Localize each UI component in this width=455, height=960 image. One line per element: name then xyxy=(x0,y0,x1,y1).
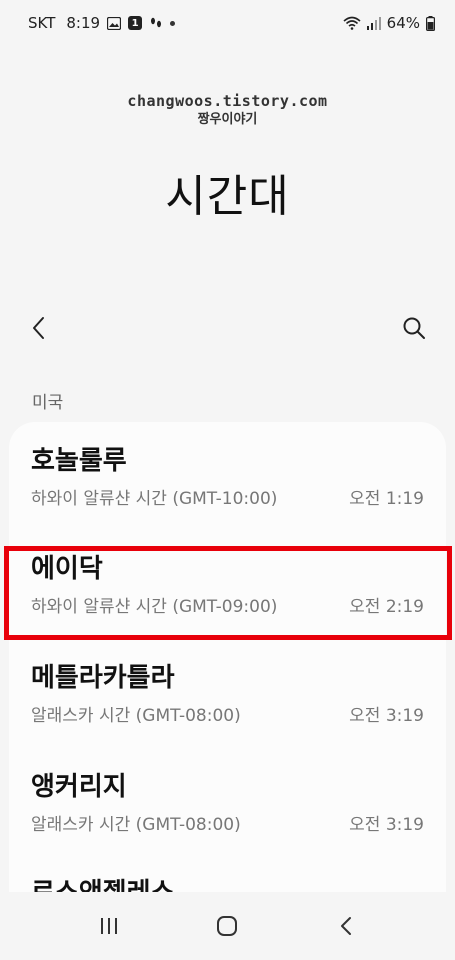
timezone-zone: 하와이 알류샨 시간 (GMT-09:00) xyxy=(31,597,278,617)
timezone-time: 오전 3:19 xyxy=(349,815,424,835)
signal-icon xyxy=(366,16,381,30)
recents-button[interactable] xyxy=(89,906,129,946)
wifi-icon xyxy=(343,16,361,30)
back-button[interactable] xyxy=(24,313,54,343)
notification-badge: 1 xyxy=(128,16,143,30)
battery-icon xyxy=(426,15,435,31)
search-button[interactable] xyxy=(399,313,429,343)
carrier-label: SKT xyxy=(28,14,56,32)
footsteps-icon xyxy=(149,16,163,30)
nav-back-button[interactable] xyxy=(326,906,366,946)
navigation-bar xyxy=(0,892,455,960)
list-item[interactable]: 메틀라카틀라 알래스카 시간 (GMT-08:00) 오전 3:19 xyxy=(9,639,446,747)
timezone-city: 에이닥 xyxy=(31,554,103,584)
clock: 8:19 xyxy=(66,14,101,32)
timezone-zone: 하와이 알류샨 시간 (GMT-10:00) xyxy=(31,489,278,509)
gallery-icon xyxy=(107,16,122,30)
back-arrow-icon xyxy=(33,317,44,339)
timezone-city: 호놀룰루 xyxy=(31,446,127,476)
status-right: 64% xyxy=(343,14,435,32)
nav-back-icon xyxy=(340,917,351,935)
status-bar: SKT 8:19 1 64% xyxy=(0,0,455,46)
home-button[interactable] xyxy=(207,906,247,946)
timezone-list: 호놀룰루 하와이 알류샨 시간 (GMT-10:00) 오전 1:19 에이닥 … xyxy=(9,422,446,892)
page-title: 시간대 xyxy=(165,171,290,222)
timezone-zone: 알래스카 시간 (GMT-08:00) xyxy=(31,815,241,835)
timezone-time: 오전 1:19 xyxy=(349,489,424,509)
watermark-name: 짱우이야기 xyxy=(197,112,258,127)
home-icon xyxy=(217,916,238,936)
timezone-detail-row: 하와이 알류샨 시간 (GMT-09:00) 오전 2:19 xyxy=(31,592,424,617)
timezone-city: 로스앤젤레스 xyxy=(31,876,424,892)
timezone-city: 메틀라카틀라 xyxy=(31,663,175,693)
timezone-detail-row: 알래스카 시간 (GMT-08:00) 오전 3:19 xyxy=(31,701,424,726)
recents-icon xyxy=(101,918,118,934)
timezone-detail-row: 하와이 알류샨 시간 (GMT-10:00) 오전 1:19 xyxy=(31,484,424,509)
list-item[interactable]: 에이닥 하와이 알류샨 시간 (GMT-09:00) 오전 2:19 xyxy=(9,530,446,638)
timezone-time: 오전 3:19 xyxy=(349,706,424,726)
battery-percent: 64% xyxy=(386,14,420,32)
timezone-detail-row: 알래스카 시간 (GMT-08:00) 오전 3:19 xyxy=(31,810,424,835)
list-item[interactable]: 앵커리지 알래스카 시간 (GMT-08:00) 오전 3:19 xyxy=(9,748,446,856)
list-item[interactable]: 호놀룰루 하와이 알류샨 시간 (GMT-10:00) 오전 1:19 xyxy=(9,422,446,530)
list-item[interactable]: 로스앤젤레스 xyxy=(9,854,446,892)
timezone-time: 오전 2:19 xyxy=(349,597,424,617)
timezone-zone: 알래스카 시간 (GMT-08:00) xyxy=(31,706,241,726)
timezone-city: 앵커리지 xyxy=(31,772,127,802)
more-notifications-dot xyxy=(170,20,176,26)
status-left: SKT 8:19 1 xyxy=(28,14,176,32)
search-icon xyxy=(403,317,425,339)
toolbar xyxy=(0,303,455,351)
section-label-usa: 미국 xyxy=(32,393,64,413)
